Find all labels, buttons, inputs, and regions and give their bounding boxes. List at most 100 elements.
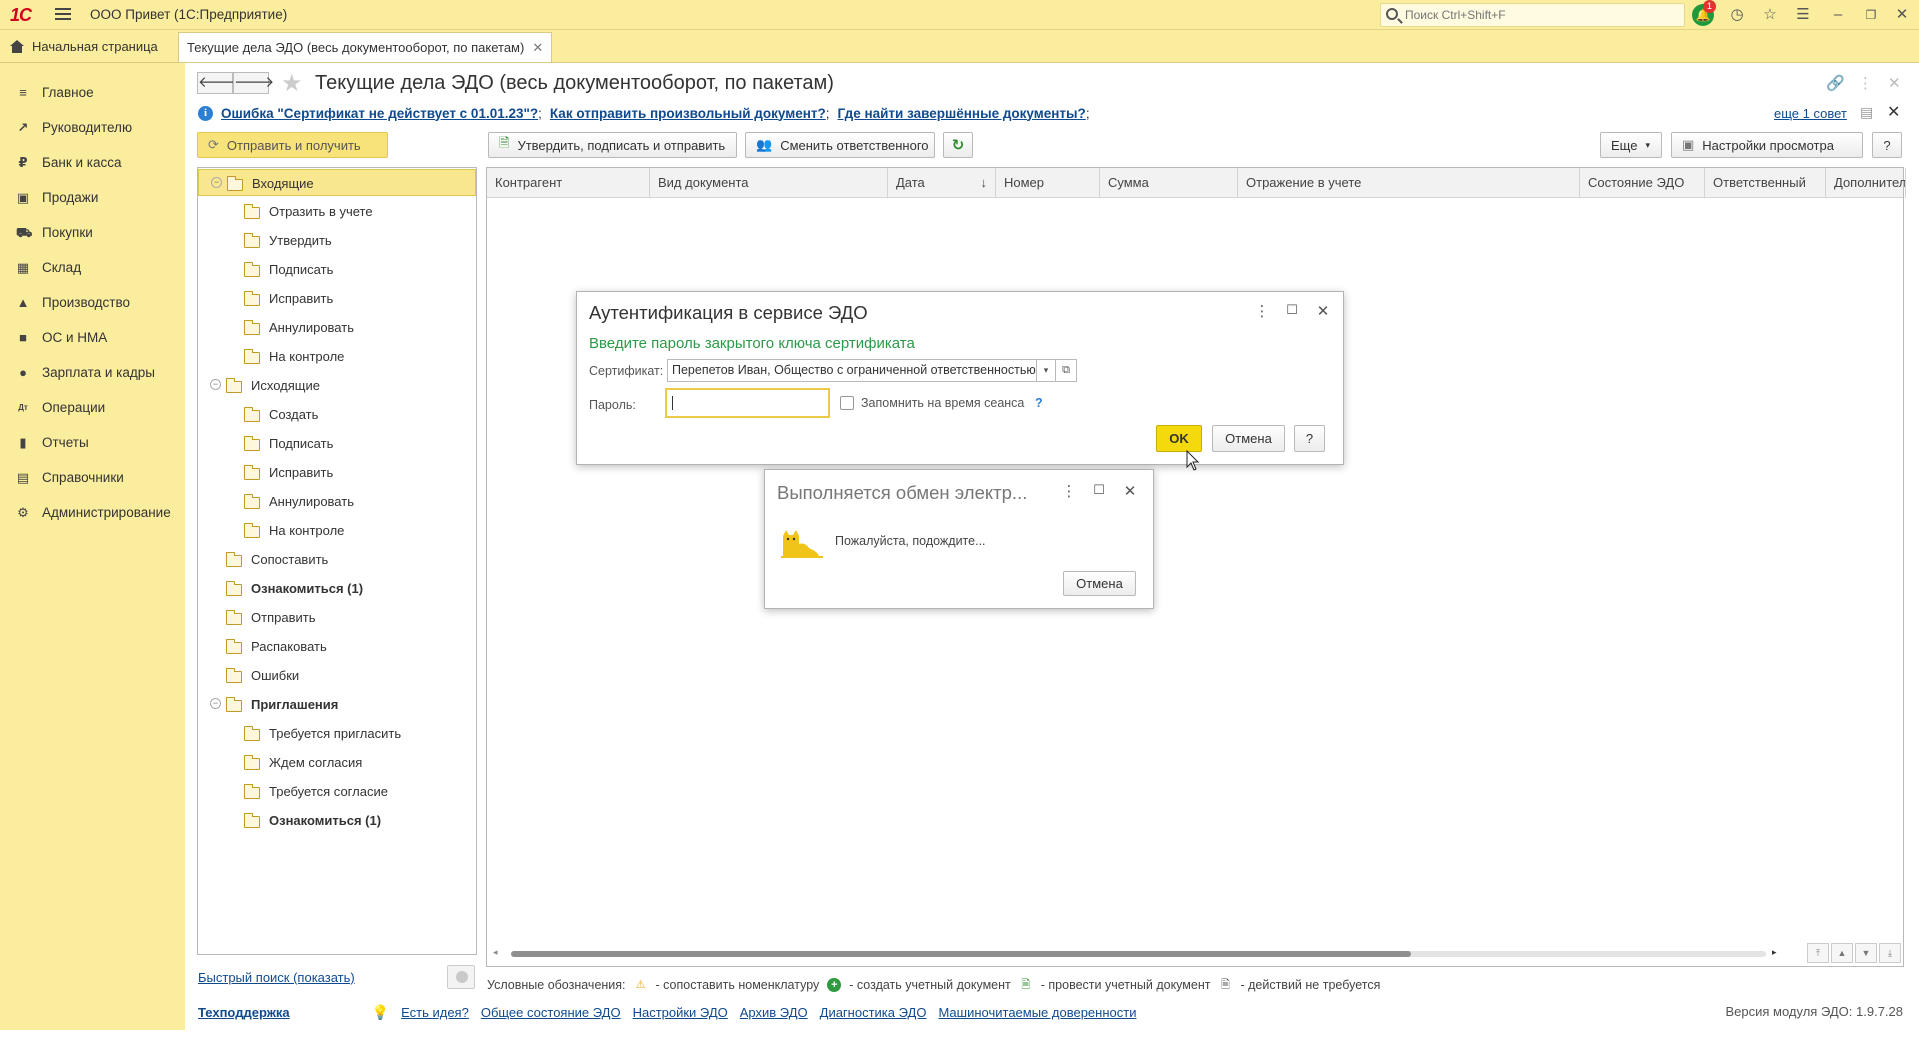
favorite-star-icon[interactable]: ★ <box>281 69 303 98</box>
sidebar-item[interactable]: ▮ Отчеты <box>0 425 185 460</box>
tree-row[interactable]: Ознакомиться (1) <box>198 575 476 602</box>
tree-row[interactable]: Ознакомиться (1) <box>198 807 476 834</box>
tree-row[interactable]: На контроле <box>198 517 476 544</box>
tree-row[interactable]: − Приглашения <box>198 691 476 718</box>
scroll-down-button[interactable]: ▼ <box>1855 943 1877 963</box>
scroll-bottom-button[interactable]: ⤓ <box>1879 943 1901 963</box>
sidebar-item[interactable]: ▲ Производство <box>0 285 185 320</box>
tip-link-send-arbitrary[interactable]: Как отправить произвольный документ? <box>550 106 826 121</box>
scroll-thumb[interactable] <box>511 951 1411 957</box>
column-header[interactable]: Дата ↓ <box>888 168 996 198</box>
restore-icon[interactable]: ❐ <box>1862 6 1880 24</box>
tree-collapse-icon[interactable]: − <box>210 379 221 390</box>
minimize-icon[interactable]: – <box>1829 6 1847 24</box>
cert-select[interactable]: Перепетов Иван, Общество с ограниченной … <box>667 359 1037 382</box>
remember-checkbox[interactable] <box>840 396 854 410</box>
scroll-up-button[interactable]: ▲ <box>1831 943 1853 963</box>
favorites-star-icon[interactable]: ☆ <box>1761 6 1779 24</box>
progress-close-icon[interactable]: ✕ <box>1121 482 1139 500</box>
close-app-icon[interactable]: ✕ <box>1893 6 1911 24</box>
more-button[interactable]: Еще ▾ <box>1600 132 1662 158</box>
tree-row[interactable]: Подписать <box>198 430 476 457</box>
tip-link-certificate[interactable]: Ошибка "Сертификат не действует с 01.01.… <box>221 106 538 121</box>
tree-row[interactable]: Распаковать <box>198 633 476 660</box>
tree-row[interactable]: Аннулировать <box>198 314 476 341</box>
dialog-close-icon[interactable]: ✕ <box>1314 302 1332 320</box>
progress-more-icon[interactable]: ⋮ <box>1060 482 1078 500</box>
tree-row[interactable]: Требуется пригласить <box>198 720 476 747</box>
tips-list-icon[interactable]: ▤ <box>1860 104 1873 121</box>
tab-close-icon[interactable]: ✕ <box>532 40 543 56</box>
more-tips-link[interactable]: еще 1 совет <box>1774 106 1847 121</box>
idea-link[interactable]: Есть идея? <box>401 1005 469 1020</box>
tab-home[interactable]: Начальная страница <box>0 30 168 62</box>
column-header[interactable]: Состояние ЭДО <box>1580 168 1705 198</box>
edo-settings-link[interactable]: Настройки ЭДО <box>633 1005 728 1020</box>
quick-search-link[interactable]: Быстрый поиск (показать) <box>198 970 355 985</box>
view-settings-button[interactable]: ▣ Настройки просмотра <box>1671 132 1863 158</box>
tree-row[interactable]: Подписать <box>198 256 476 283</box>
mchd-link[interactable]: Машиночитаемые доверенности <box>938 1005 1136 1020</box>
tab-current-edo[interactable]: Текущие дела ЭДО (весь документооборот, … <box>178 32 553 62</box>
sidebar-item[interactable]: ₽ Банк и касса <box>0 145 185 180</box>
tree-row[interactable]: Ошибки <box>198 662 476 689</box>
scroll-left-icon[interactable]: ◂ <box>493 947 498 958</box>
tree-row[interactable]: Создать <box>198 401 476 428</box>
support-link[interactable]: Техподдержка <box>198 1005 290 1020</box>
app-logo[interactable]: 1С <box>10 5 32 26</box>
sidebar-item[interactable]: ⛟ Покупки <box>0 215 185 250</box>
edo-status-link[interactable]: Общее состояние ЭДО <box>481 1005 621 1020</box>
dialog-maximize-icon[interactable]: ☐ <box>1283 302 1301 318</box>
tree-row[interactable]: Утвердить <box>198 227 476 254</box>
tree-row[interactable]: Аннулировать <box>198 488 476 515</box>
column-header[interactable]: Дополнительно <box>1826 168 1906 198</box>
more-actions-icon[interactable]: ⋮ <box>1858 74 1873 92</box>
tree-row[interactable]: Требуется согласие <box>198 778 476 805</box>
dialog-help-button[interactable]: ? <box>1294 425 1325 452</box>
horizontal-scrollbar[interactable]: ◂ ▸ <box>487 943 1903 961</box>
tree-row[interactable]: Исправить <box>198 459 476 486</box>
forward-button[interactable]: 🡒 <box>233 72 274 94</box>
edo-archive-link[interactable]: Архив ЭДО <box>740 1005 808 1020</box>
tree-collapse-icon[interactable]: − <box>210 698 221 709</box>
sidebar-item[interactable]: ⚙ Администрирование <box>0 495 185 530</box>
remember-help-icon[interactable]: ? <box>1035 396 1043 410</box>
send-receive-button[interactable]: ⟳ Отправить и получить <box>197 132 388 158</box>
functions-menu-icon[interactable]: ☰ <box>1794 6 1812 24</box>
sidebar-item[interactable]: ▦ Склад <box>0 250 185 285</box>
sidebar-item[interactable]: ↗ Руководителю <box>0 110 185 145</box>
sidebar-item[interactable]: Дт Операции <box>0 390 185 425</box>
tree-row[interactable]: − Входящие <box>198 169 476 196</box>
quick-search-toggle[interactable] <box>447 965 475 989</box>
approve-sign-send-button[interactable]: 🗎 Утвердить, подписать и отправить <box>488 132 737 158</box>
sidebar-item[interactable]: ■ ОС и НМА <box>0 320 185 355</box>
sidebar-item[interactable]: ● Зарплата и кадры <box>0 355 185 390</box>
global-search[interactable] <box>1380 3 1685 27</box>
tree-row[interactable]: Исправить <box>198 285 476 312</box>
main-menu-icon[interactable] <box>55 8 71 20</box>
password-field[interactable] <box>665 388 830 418</box>
tree-row[interactable]: Сопоставить <box>198 546 476 573</box>
tree-row[interactable]: Ждем согласия <box>198 749 476 776</box>
progress-maximize-icon[interactable]: ☐ <box>1090 482 1108 498</box>
tree-collapse-icon[interactable]: − <box>211 177 222 188</box>
tree-row[interactable]: На контроле <box>198 343 476 370</box>
scroll-right-icon[interactable]: ▸ <box>1772 947 1777 958</box>
refresh-button[interactable]: ↻ <box>943 132 973 158</box>
tip-link-completed[interactable]: Где найти завершённые документы? <box>838 106 1086 121</box>
column-header[interactable]: Ответственный <box>1705 168 1826 198</box>
link-icon[interactable]: 🔗 <box>1826 74 1845 92</box>
sidebar-item[interactable]: ≡ Главное <box>0 75 185 110</box>
close-tips-icon[interactable]: ✕ <box>1887 102 1900 122</box>
history-icon[interactable]: ◷ <box>1728 6 1746 24</box>
cert-open-icon[interactable]: ⧉ <box>1055 359 1077 382</box>
column-header[interactable]: Контрагент <box>487 168 650 198</box>
ok-button[interactable]: OK <box>1156 425 1202 452</box>
column-header[interactable]: Отражение в учете <box>1238 168 1580 198</box>
progress-cancel-button[interactable]: Отмена <box>1063 571 1136 596</box>
edo-diagnostics-link[interactable]: Диагностика ЭДО <box>820 1005 927 1020</box>
tree-row[interactable]: − Исходящие <box>198 372 476 399</box>
close-form-icon[interactable]: ✕ <box>1888 74 1901 92</box>
column-header[interactable]: Сумма <box>1100 168 1238 198</box>
column-header[interactable]: Номер <box>996 168 1100 198</box>
